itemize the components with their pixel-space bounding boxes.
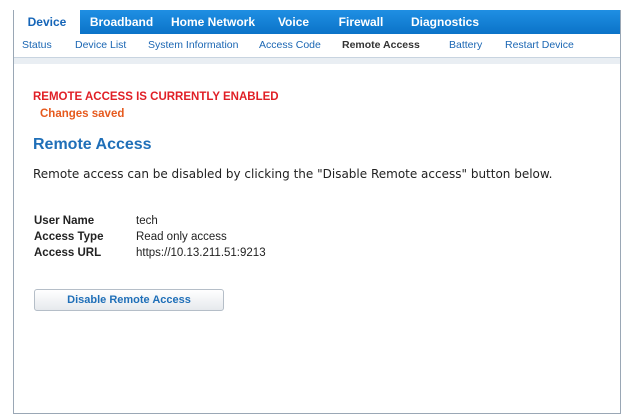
user-name-value: tech <box>136 215 158 227</box>
tab-firewall[interactable]: Firewall <box>324 10 398 34</box>
subnav-item-restart-device[interactable]: Restart Device <box>505 34 574 57</box>
remote-access-details: User Name tech Access Type Read only acces… <box>34 213 266 261</box>
subnav-item-system-information[interactable]: System Information <box>148 34 238 57</box>
tab-voice[interactable]: Voice <box>263 10 324 34</box>
access-url-label: Access URL <box>34 247 102 259</box>
changes-saved-message: Changes saved <box>40 108 125 120</box>
detail-row-user-name: User Name tech <box>34 213 266 229</box>
access-type-value: Read only access <box>136 231 227 243</box>
detail-row-access-type: Access Type Read only access <box>34 229 266 245</box>
content-panel: REMOTE ACCESS IS CURRENTLY ENABLED Chang… <box>14 58 620 414</box>
detail-row-access-url: Access URL https://10.13.211.51:9213 <box>34 245 266 261</box>
user-name-label: User Name <box>34 215 95 227</box>
main-tab-bar: Device Broadband Home Network Voice Fire… <box>14 10 620 34</box>
section-description: Remote access can be disabled by clickin… <box>33 167 553 181</box>
remote-access-status-alert: REMOTE ACCESS IS CURRENTLY ENABLED <box>33 91 279 103</box>
router-admin-panel: Device Broadband Home Network Voice Fire… <box>13 10 621 414</box>
subnav-item-status[interactable]: Status <box>22 34 52 57</box>
sub-navigation: Status Device List System Information Ac… <box>14 34 620 58</box>
subnav-item-remote-access[interactable]: Remote Access <box>342 34 420 57</box>
access-url-value: https://10.13.211.51:9213 <box>136 247 266 259</box>
tab-diagnostics[interactable]: Diagnostics <box>398 10 492 34</box>
subnav-item-device-list[interactable]: Device List <box>75 34 126 57</box>
subnav-item-access-code[interactable]: Access Code <box>259 34 321 57</box>
subnav-item-battery[interactable]: Battery <box>449 34 482 57</box>
access-type-label: Access Type <box>34 231 104 243</box>
disable-remote-access-button[interactable]: Disable Remote Access <box>34 289 224 311</box>
section-title: Remote Access <box>33 136 152 153</box>
tab-broadband[interactable]: Broadband <box>80 10 163 34</box>
tab-home-network[interactable]: Home Network <box>163 10 263 34</box>
tab-device[interactable]: Device <box>14 10 80 34</box>
